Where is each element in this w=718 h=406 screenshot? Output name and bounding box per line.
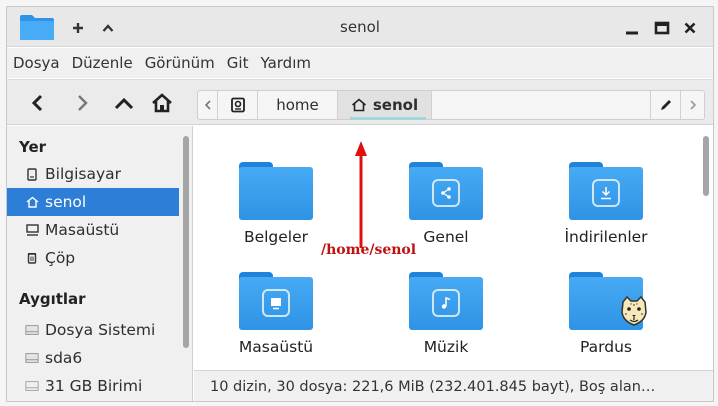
sidebar-item-dosya-sistemi[interactable]: Dosya Sistemi [7, 316, 179, 344]
devices-header: Aygıtlar [19, 290, 86, 308]
folder-label: Müzik [423, 338, 469, 356]
file-view-scrollbar[interactable] [703, 136, 709, 196]
folder-share-icon [409, 162, 483, 220]
folder-label: Pardus [580, 338, 632, 356]
path-segment-home[interactable]: home [258, 91, 338, 119]
folder-muzik[interactable]: Müzik [386, 272, 506, 356]
folder-label: Belgeler [243, 228, 309, 246]
menu-bar: Dosya Düzenle Görünüm Git Yardım [7, 48, 713, 78]
drive-icon [25, 323, 39, 337]
maximize-icon[interactable] [651, 17, 673, 39]
sidebar-item-31gb[interactable]: 31 GB Birimi [7, 372, 179, 400]
status-bar: 10 dizin, 30 dosya: 221,6 MiB (232.401.8… [194, 370, 713, 401]
active-segment-underline [350, 117, 426, 120]
forward-button[interactable] [69, 90, 95, 116]
drive-icon [25, 351, 39, 365]
toolbar: home senol [7, 79, 713, 125]
menu-yardim[interactable]: Yardım [260, 54, 311, 72]
trash-icon [25, 252, 39, 264]
file-manager-window: senol Dosya Düzenle Görünüm Git Yardım h… [6, 6, 714, 402]
annotation-arrow [355, 141, 367, 248]
title-bar: senol [7, 7, 713, 47]
path-scroll-left-icon[interactable] [198, 91, 218, 119]
path-bar: home senol [197, 90, 705, 120]
home-icon [25, 196, 39, 208]
path-segment-label: senol [372, 96, 419, 114]
menu-dosya[interactable]: Dosya [13, 54, 60, 72]
folder-pardus-icon [569, 272, 647, 330]
sidebar-scrollbar[interactable] [183, 136, 189, 348]
folder-download-icon [569, 162, 643, 220]
leopard-icon [621, 295, 647, 326]
sidebar-item-label: Dosya Sistemi [45, 321, 156, 339]
up-button[interactable] [111, 90, 137, 116]
sidebar-item-masaustu[interactable]: Masaüstü [7, 216, 179, 244]
sidebar-item-label: sda6 [45, 349, 83, 367]
sidebar-item-label: Bilgisayar [45, 165, 122, 183]
home-icon [351, 98, 366, 112]
home-button[interactable] [149, 90, 175, 116]
menu-git[interactable]: Git [227, 54, 249, 72]
folder-label: Masaüstü [238, 338, 314, 356]
folder-music-icon [409, 272, 483, 330]
window-title: senol [340, 18, 380, 36]
folder-desktop-icon [239, 272, 313, 330]
sidebar: Yer Bilgisayar senol Masaüstü Çöp Aygıtl… [7, 126, 193, 401]
places-header: Yer [19, 138, 47, 156]
folder-genel[interactable]: Genel [386, 162, 506, 246]
close-icon[interactable] [679, 17, 701, 39]
path-segment-senol[interactable]: senol [338, 91, 432, 119]
root-drive-icon[interactable] [218, 91, 258, 119]
desktop-icon [25, 224, 39, 236]
sidebar-item-label: Masaüstü [45, 221, 120, 239]
sidebar-item-senol[interactable]: senol [7, 188, 179, 216]
path-scroll-right-icon[interactable] [680, 91, 704, 119]
menu-gorunum[interactable]: Görünüm [145, 54, 215, 72]
menu-duzenle[interactable]: Düzenle [72, 54, 133, 72]
back-button[interactable] [25, 90, 51, 116]
sidebar-item-label: Çöp [45, 249, 76, 267]
folder-pardus[interactable]: Pardus [546, 272, 666, 356]
edit-path-icon[interactable] [650, 91, 680, 119]
sidebar-item-bilgisayar[interactable]: Bilgisayar [7, 160, 179, 188]
folder-indirilenler[interactable]: İndirilenler [546, 162, 666, 246]
folder-icon [239, 162, 313, 220]
file-view: Belgeler Genel İndirilenler Masaüstü Müz… [194, 126, 713, 370]
sidebar-item-label: senol [45, 193, 87, 211]
sidebar-item-sda6[interactable]: sda6 [7, 344, 179, 372]
annotation-label: /home/senol [321, 242, 417, 258]
minimize-icon[interactable] [621, 17, 643, 39]
folder-masaustu[interactable]: Masaüstü [216, 272, 336, 356]
computer-icon [25, 167, 39, 181]
folder-label: İndirilenler [564, 228, 648, 246]
drive-icon [25, 379, 39, 393]
sidebar-item-label: 31 GB Birimi [45, 377, 143, 395]
folder-belgeler[interactable]: Belgeler [216, 162, 336, 246]
sidebar-item-cop[interactable]: Çöp [7, 244, 179, 272]
